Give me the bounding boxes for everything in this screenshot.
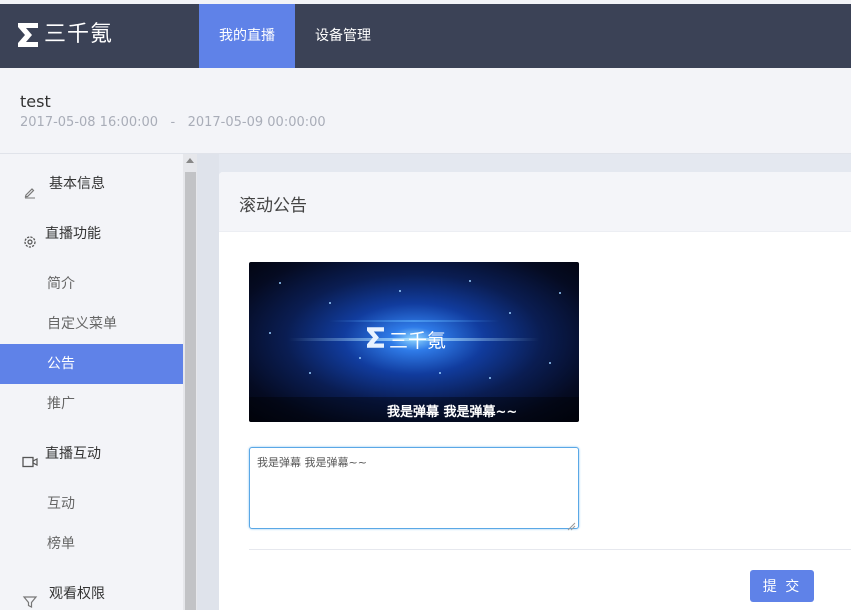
panel-header: 滚动公告 [219,172,851,232]
scrollbar-thumb[interactable] [185,172,196,610]
sidebar-item-promotion[interactable]: 推广 [0,384,183,424]
sidebar-item-announcement[interactable]: 公告 [0,344,183,384]
content-gutter [197,154,219,610]
sidebar-item-custom-menu[interactable]: 自定义菜单 [0,304,183,344]
tab-my-live[interactable]: 我的直播 [199,4,295,68]
brand-logo[interactable]: 三千氪 [18,22,113,48]
sidebar-scrollbar[interactable] [183,154,197,610]
event-time-range: 2017-05-08 16:00:00 - 2017-05-09 00:00:0… [20,115,326,130]
announcement-panel: 滚动公告 三千氪 我是弹幕 我是弹幕~~ 提 交 [219,172,851,610]
pencil-icon [22,176,38,199]
scroll-up-arrow-icon[interactable] [186,158,194,163]
event-header: test 2017-05-08 16:00:00 - 2017-05-09 00… [0,68,851,154]
gear-icon [22,226,38,248]
live-preview-image: 三千氪 我是弹幕 我是弹幕~~ [249,262,579,422]
submit-button[interactable]: 提 交 [750,570,814,602]
sidebar-item-view-permissions[interactable]: 观看权限 [0,574,183,610]
sidebar-item-intro[interactable]: 简介 [0,264,183,304]
tab-device-management[interactable]: 设备管理 [295,4,391,68]
sidebar-item-label: 基本信息 [49,176,105,192]
resize-grip-icon[interactable] [566,516,576,531]
preview-logo-icon [367,327,384,352]
event-start-time: 2017-05-08 16:00:00 [20,115,159,130]
brand-name: 三千氪 [44,22,114,47]
filter-icon [22,586,38,608]
announcement-textarea[interactable] [249,447,579,529]
event-title: test [20,92,51,111]
sidebar-item-live-interaction[interactable]: 直播互动 [0,434,183,474]
logo-icon [18,23,38,47]
video-icon [22,446,38,468]
sidebar: 基本信息 直播功能 简介 自定义菜单 公告 推广 直播互动 互动 榜单 观看权限 [0,154,183,610]
event-end-time: 2017-05-09 00:00:00 [187,115,326,130]
preview-brand-name: 三千氪 [389,330,447,352]
sidebar-item-basic-info[interactable]: 基本信息 [0,164,183,204]
event-time-separator: - [170,115,176,130]
sidebar-item-label: 观看权限 [49,586,105,602]
top-navbar [0,4,851,68]
panel-title: 滚动公告 [239,196,307,216]
divider [249,549,851,550]
sidebar-item-interaction[interactable]: 互动 [0,484,183,524]
sidebar-item-label: 直播功能 [45,226,101,242]
sidebar-item-live-features[interactable]: 直播功能 [0,214,183,254]
sidebar-item-leaderboard[interactable]: 榜单 [0,524,183,564]
danmu-overlay-text: 我是弹幕 我是弹幕~~ [387,405,518,420]
preview-brand: 三千氪 [367,326,446,353]
sidebar-item-label: 直播互动 [45,446,101,462]
